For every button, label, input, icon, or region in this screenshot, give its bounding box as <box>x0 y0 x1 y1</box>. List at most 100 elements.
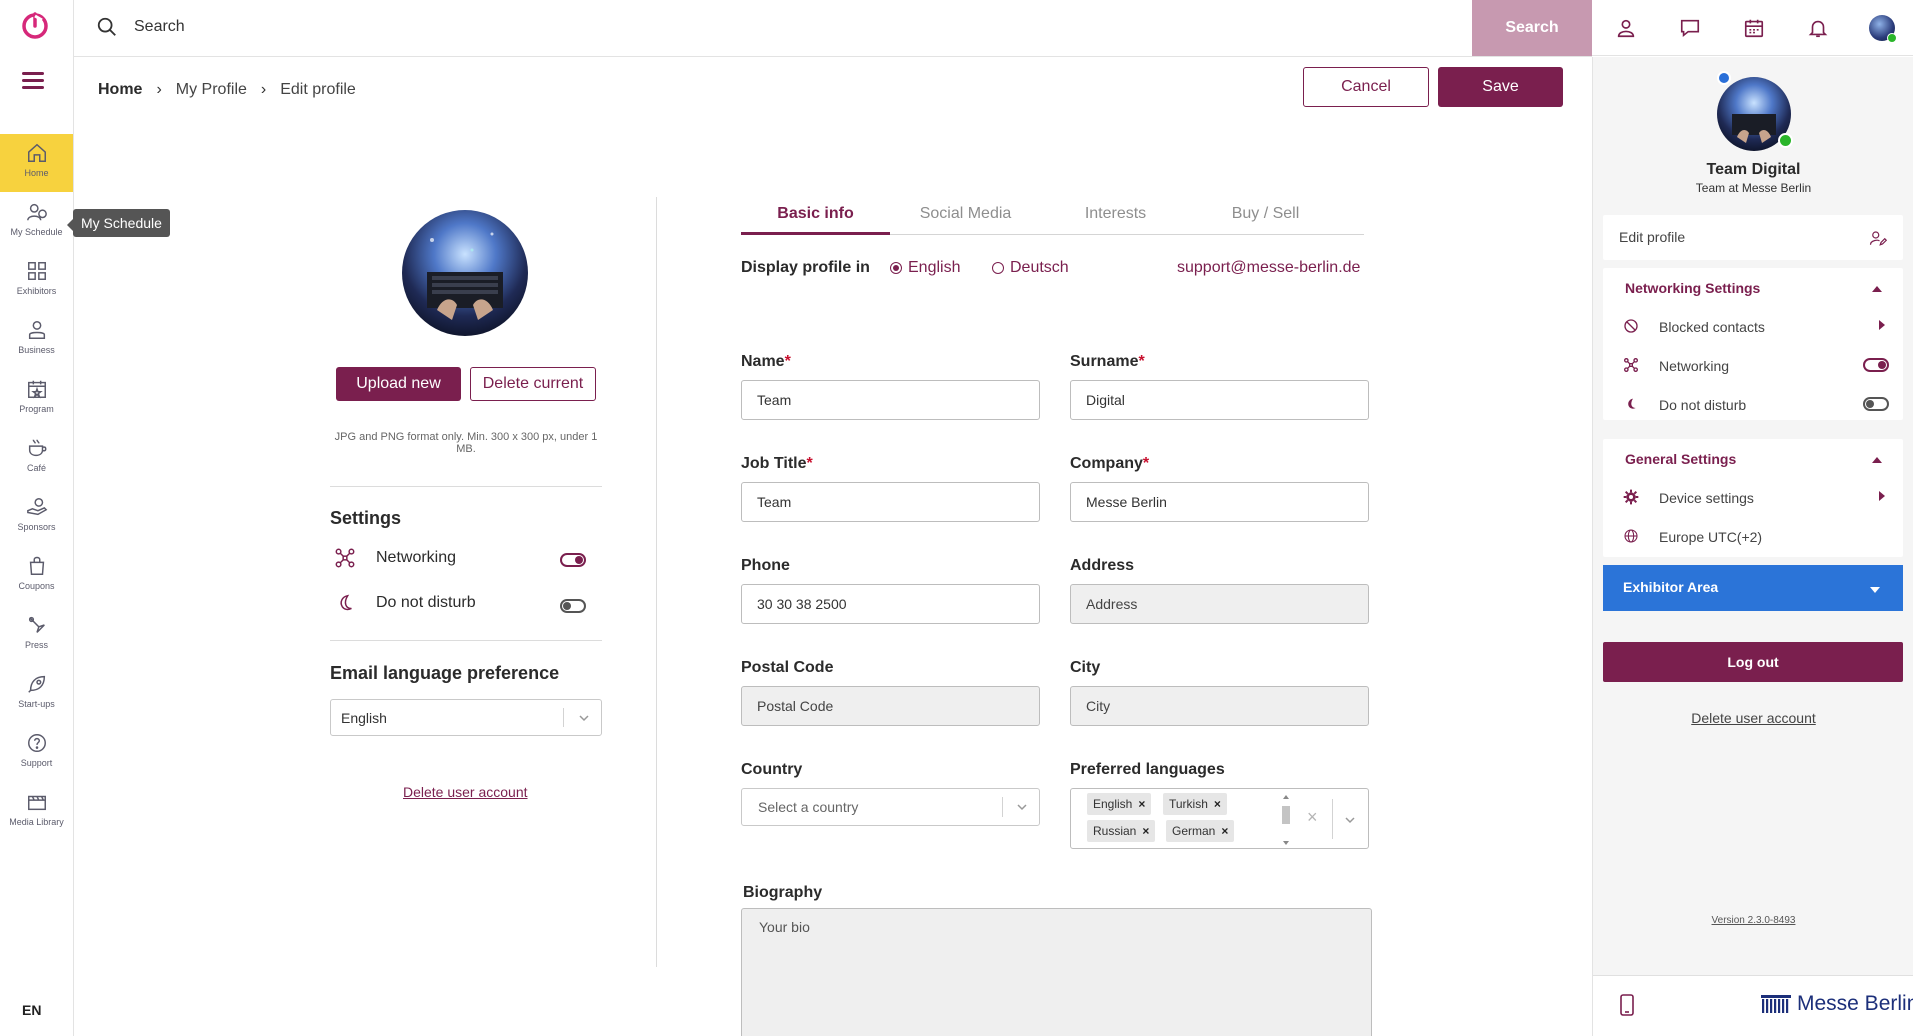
close-icon[interactable]: × <box>1138 797 1145 811</box>
languages-multiselect[interactable]: English × Turkish × Russian × German × × <box>1070 788 1369 849</box>
media-library-icon <box>27 795 46 811</box>
nav-item-home[interactable]: Home <box>0 134 73 192</box>
chat-icon[interactable] <box>1676 14 1704 42</box>
search-button[interactable]: Search <box>1472 0 1592 56</box>
search-input[interactable] <box>134 12 1134 42</box>
mobile-phone-icon[interactable] <box>1619 994 1635 1016</box>
tab-interests[interactable]: Interests <box>1041 197 1190 235</box>
support-email-link[interactable]: support@messe-berlin.de <box>1177 259 1360 277</box>
cafe-icon <box>28 439 46 457</box>
jobtitle-input[interactable] <box>741 482 1040 522</box>
breadcrumb-home[interactable]: Home <box>98 81 142 99</box>
biography-textarea[interactable] <box>741 908 1372 1036</box>
nav-item-support[interactable]: Support <box>0 724 73 782</box>
column-divider <box>656 197 657 967</box>
nav-label: Exhibitors <box>16 286 57 296</box>
nav-item-sponsors[interactable]: Sponsors <box>0 488 73 546</box>
close-icon[interactable]: × <box>1142 824 1149 838</box>
city-input[interactable] <box>1070 686 1369 726</box>
email-language-select[interactable]: English <box>330 699 602 736</box>
side-networking-toggle[interactable] <box>1863 358 1889 372</box>
caret-up-icon[interactable] <box>1871 284 1883 294</box>
version-label: Version 2.3.0-8493 <box>1711 915 1796 926</box>
exhibitor-area-button[interactable]: Exhibitor Area <box>1603 565 1903 611</box>
language-chip[interactable]: German × <box>1166 820 1235 842</box>
globe-icon <box>1624 529 1638 543</box>
tab-social-media[interactable]: Social Media <box>891 197 1040 235</box>
networking-settings-header[interactable]: Networking Settings <box>1625 280 1760 296</box>
clear-icon[interactable]: × <box>1307 807 1318 828</box>
delete-account-link[interactable]: Delete user account <box>403 784 528 800</box>
radio-english[interactable]: English <box>890 259 960 277</box>
settings-networking-row: Networking <box>334 545 596 573</box>
verified-badge-icon <box>1717 71 1731 85</box>
startups-icon <box>27 675 45 693</box>
blocked-contacts-row[interactable]: Blocked contacts <box>1603 310 1903 342</box>
country-select[interactable]: Select a country <box>741 788 1040 826</box>
scrollbar[interactable] <box>1280 793 1292 847</box>
timezone-row[interactable]: Europe UTC(+2) <box>1603 520 1903 552</box>
postal-code-input[interactable] <box>741 686 1040 726</box>
dnd-toggle[interactable] <box>560 599 586 613</box>
nav-item-startups[interactable]: Start-ups <box>0 665 73 723</box>
bell-icon[interactable] <box>1804 14 1832 42</box>
tab-buy-sell[interactable]: Buy / Sell <box>1191 197 1340 235</box>
chevron-down-icon[interactable] <box>1343 813 1357 827</box>
app-logo-icon[interactable] <box>20 10 50 40</box>
radio-deutsch[interactable]: Deutsch <box>992 259 1069 277</box>
profile-tabs: Basic info Social Media Interests Buy / … <box>741 197 1364 235</box>
press-icon <box>28 616 45 633</box>
nav-item-program[interactable]: Program <box>0 370 73 428</box>
nav-item-my-schedule[interactable]: My Schedule <box>0 193 73 251</box>
general-settings-card: General Settings Device settings Europe … <box>1603 439 1903 557</box>
radio-english-label: English <box>908 259 961 276</box>
close-icon[interactable]: × <box>1214 797 1221 811</box>
calendar-icon[interactable] <box>1740 14 1768 42</box>
cancel-button[interactable]: Cancel <box>1303 67 1429 107</box>
language-chip[interactable]: Russian × <box>1087 820 1156 842</box>
save-button[interactable]: Save <box>1438 67 1563 107</box>
language-chip[interactable]: Turkish × <box>1163 793 1227 815</box>
company-input[interactable] <box>1070 482 1369 522</box>
edit-profile-card[interactable]: Edit profile <box>1603 215 1903 260</box>
surname-input[interactable] <box>1070 380 1369 420</box>
tab-basic-info[interactable]: Basic info <box>741 197 890 235</box>
side-delete-account-link[interactable]: Delete user account <box>1593 710 1913 726</box>
breadcrumb: Home › My Profile › Edit profile <box>98 81 356 99</box>
general-settings-header[interactable]: General Settings <box>1625 451 1736 467</box>
photo-hint: JPG and PNG format only. Min. 300 x 300 … <box>334 431 598 455</box>
exhibitors-icon <box>27 262 46 280</box>
phone-input[interactable] <box>741 584 1040 624</box>
upload-photo-button[interactable]: Upload new <box>336 367 461 401</box>
language-chip[interactable]: English × <box>1087 793 1152 815</box>
user-avatar-button[interactable] <box>1868 14 1897 43</box>
address-input[interactable] <box>1070 584 1369 624</box>
menu-hamburger-icon[interactable] <box>22 72 44 90</box>
device-settings-row[interactable]: Device settings <box>1603 481 1903 513</box>
networking-toggle[interactable] <box>560 553 586 567</box>
nav-item-media-library[interactable]: Media Library <box>0 783 73 841</box>
nav-item-business[interactable]: Business <box>0 311 73 369</box>
top-icon-bar <box>1592 0 1913 56</box>
nav-item-cafe[interactable]: Café <box>0 429 73 487</box>
delete-photo-button[interactable]: Delete current <box>470 367 596 401</box>
logout-button[interactable]: Log out <box>1603 642 1903 682</box>
name-input[interactable] <box>741 380 1040 420</box>
surname-label: Surname* <box>1070 353 1145 370</box>
profile-icon[interactable] <box>1612 14 1640 42</box>
company-label: Company* <box>1070 455 1150 472</box>
close-icon[interactable]: × <box>1221 824 1228 838</box>
language-switch[interactable]: EN <box>22 1002 41 1018</box>
breadcrumb-my-profile[interactable]: My Profile <box>176 81 247 99</box>
chevron-down-icon <box>579 714 589 721</box>
nav-item-coupons[interactable]: Coupons <box>0 547 73 605</box>
nav-item-press[interactable]: Press <box>0 606 73 664</box>
city-label: City <box>1070 659 1101 676</box>
caret-up-icon[interactable] <box>1871 455 1883 465</box>
nav-item-exhibitors[interactable]: Exhibitors <box>0 252 73 310</box>
side-dnd-toggle[interactable] <box>1863 397 1889 411</box>
networking-row: Networking <box>1603 349 1903 381</box>
email-pref-title: Email language preference <box>330 663 560 683</box>
nav-label: Sponsors <box>17 522 56 532</box>
edit-profile-label: Edit profile <box>1619 229 1686 245</box>
